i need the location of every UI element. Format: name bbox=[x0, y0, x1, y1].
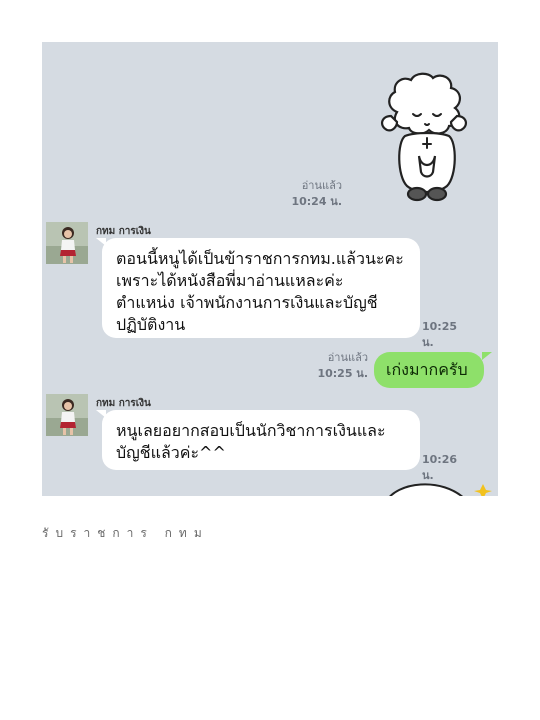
outgoing-message-bubble[interactable]: เก่งมากครับ bbox=[374, 352, 484, 388]
sticker-read-receipt: อ่านแล้ว 10:24 น. bbox=[282, 178, 342, 210]
message-text: เก่งมากครับ bbox=[386, 360, 468, 379]
avatar[interactable] bbox=[46, 222, 88, 264]
sender-name: กทม การเงิน bbox=[96, 226, 151, 237]
message-time: 10:24 น. bbox=[291, 195, 342, 208]
user-photo-icon bbox=[46, 222, 88, 264]
bubble-tail bbox=[482, 352, 492, 360]
message-line: ตอนนี้หนูได้เป็นข้าราชการกทม.แล้วนะคะ bbox=[116, 249, 404, 268]
message-line: บัญชีแล้วค่ะ^^ bbox=[116, 443, 226, 462]
incoming-message-bubble[interactable]: หนูเลยอยากสอบเป็นนักวิชาการเงินและ บัญชี… bbox=[102, 410, 420, 470]
read-label: อ่านแล้ว bbox=[327, 351, 368, 364]
avatar[interactable] bbox=[46, 394, 88, 436]
message-line: เพราะได้หนังสือพี่มาอ่านแหละค่ะ bbox=[116, 271, 344, 290]
read-label: อ่านแล้ว bbox=[301, 179, 342, 192]
sender-name: กทม การเงิน bbox=[96, 398, 151, 409]
message-line: ตำแหน่ง เจ้าพนักงานการเงินและบัญชี bbox=[116, 293, 378, 312]
partial-sticker-icon bbox=[389, 483, 492, 496]
message-time: 10:25 น. bbox=[422, 319, 472, 351]
message-line: ปฏิบัติงาน bbox=[116, 315, 186, 334]
message-time: 10:25 น. bbox=[317, 367, 368, 380]
outgoing-read-receipt: อ่านแล้ว 10:25 น. bbox=[308, 350, 368, 382]
sheep-bowing-sticker[interactable] bbox=[377, 72, 477, 212]
chat-screenshot: อ่านแล้ว 10:24 น. กทม การเงิน ตอนนี้หนูไ… bbox=[42, 42, 498, 496]
incoming-message-bubble[interactable]: ตอนนี้หนูได้เป็นข้าราชการกทม.แล้วนะคะ เพ… bbox=[102, 238, 420, 338]
caption-text: รับราชการ กทม bbox=[42, 526, 209, 540]
user-photo-icon bbox=[46, 394, 88, 436]
time-label: 10:25 น. bbox=[422, 320, 458, 349]
message-line: หนูเลยอยากสอบเป็นนักวิชาการเงินและ bbox=[116, 421, 386, 440]
